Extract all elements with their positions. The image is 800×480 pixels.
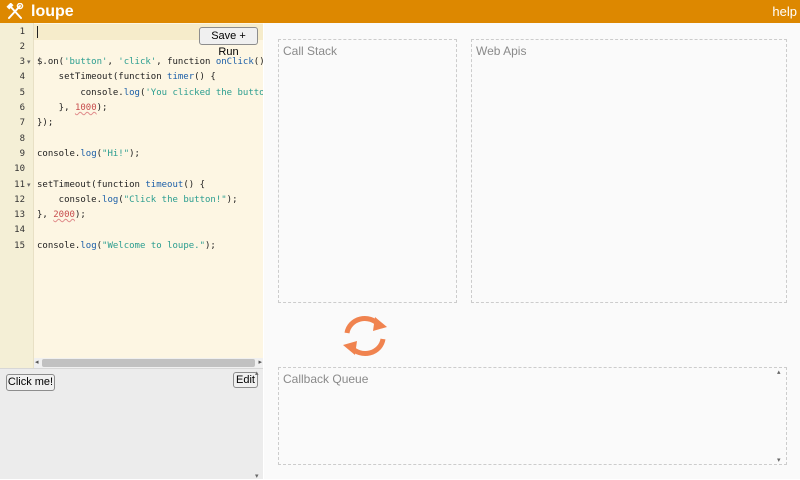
text-cursor	[37, 26, 38, 38]
help-link[interactable]: help	[772, 4, 797, 19]
scroll-down-icon[interactable]: ▾	[777, 456, 781, 464]
fold-arrow-icon[interactable]: ▾	[27, 178, 31, 193]
visualizer-pane: Call Stack Web Apis Callback Queue ▴ ▾	[264, 23, 800, 479]
code-token: () {	[183, 179, 205, 190]
line-number: 14	[14, 225, 25, 236]
line-number: 2	[19, 41, 25, 52]
code-line[interactable]: }, 1000);	[37, 101, 108, 116]
code-token: "Click the button!"	[123, 194, 227, 205]
code-token: ,	[107, 57, 119, 68]
code-token: log	[102, 194, 119, 205]
line-number: 4	[19, 72, 25, 83]
code-token: );	[96, 103, 108, 113]
code-token: },	[37, 210, 54, 221]
scroll-left-icon[interactable]: ◂	[35, 358, 39, 368]
code-line[interactable]: });	[37, 116, 53, 131]
fold-arrow-icon[interactable]: ▾	[27, 55, 31, 70]
code-token: log	[80, 240, 97, 251]
line-number: 11	[14, 179, 25, 190]
code-token: setTimeout(function	[37, 179, 146, 190]
callback-queue-panel: Callback Queue ▴ ▾	[278, 367, 787, 465]
line-number: 7	[19, 118, 25, 129]
code-token: 1000	[74, 103, 97, 113]
code-token: 2000	[53, 210, 75, 221]
editor-horizontal-scrollbar[interactable]: ◂ ▸	[34, 358, 263, 368]
code-token: );	[74, 210, 86, 221]
line-number: 13	[14, 210, 25, 221]
refresh-cycle-icon	[343, 315, 387, 357]
web-apis-panel: Web Apis	[471, 39, 787, 303]
code-line[interactable]: setTimeout(function timer() {	[37, 70, 216, 85]
scroll-right-icon[interactable]: ▸	[258, 358, 262, 368]
code-token: setTimeout(function	[37, 72, 168, 83]
code-token: console.	[37, 148, 81, 159]
code-line[interactable]: setTimeout(function timeout() {	[37, 178, 205, 193]
app-title: loupe	[31, 3, 74, 20]
call-stack-title: Call Stack	[283, 44, 338, 58]
code-token: 'You clicked the button!'	[145, 87, 263, 98]
scroll-up-icon[interactable]: ▴	[777, 368, 781, 376]
code-token: 'click'	[118, 57, 157, 68]
code-token: },	[37, 103, 75, 113]
preview-vertical-scrollbar[interactable]: ▴ ▾	[255, 369, 263, 480]
html-preview: Click me! Edit ▴ ▾	[0, 368, 263, 480]
line-number: 15	[14, 240, 25, 251]
code-line[interactable]: console.log("Hi!");	[37, 147, 140, 162]
code-token: );	[205, 240, 216, 251]
code-token: );	[226, 194, 238, 205]
code-line[interactable]: console.log("Click the button!");	[37, 193, 238, 208]
code-line[interactable]: }, 2000);	[37, 208, 86, 223]
code-token: () {	[194, 72, 216, 83]
code-token: console.	[37, 194, 103, 205]
scrollbar-thumb[interactable]	[42, 359, 255, 367]
click-me-button[interactable]: Click me!	[6, 374, 55, 391]
code-token: console.	[37, 240, 81, 251]
line-number: 10	[14, 164, 25, 175]
code-token: "Welcome to loupe."	[102, 240, 205, 251]
line-number: 6	[19, 103, 25, 113]
scroll-up-icon[interactable]: ▴	[255, 369, 259, 377]
code-token: );	[129, 148, 140, 159]
code-line[interactable]: console.log("Welcome to loupe.");	[37, 239, 216, 254]
web-apis-title: Web Apis	[476, 44, 527, 58]
callback-queue-title: Callback Queue	[283, 372, 369, 386]
code-token: timer	[167, 72, 195, 83]
line-number: 8	[19, 133, 25, 144]
code-line[interactable]: console.log('You clicked the button!');	[37, 86, 263, 101]
line-number: 12	[14, 194, 25, 205]
code-token: });	[37, 118, 54, 129]
code-token: console.	[37, 87, 124, 98]
queue-scrollbar[interactable]: ▴ ▾	[777, 368, 784, 464]
left-pane: 1 2 3 ▾ $.on('button', 'click', function onC…	[0, 23, 263, 480]
code-token: $.on(	[37, 57, 65, 68]
line-number: 5	[19, 87, 25, 98]
line-number: 9	[19, 148, 25, 159]
line-number: 1	[19, 26, 25, 37]
line-number: 3	[19, 57, 25, 68]
save-run-button[interactable]: Save + Run	[199, 27, 258, 58]
code-editor[interactable]: 1 2 3 ▾ $.on('button', 'click', function onC…	[0, 23, 263, 368]
hammer-wrench-icon	[6, 2, 24, 21]
code-token: 'button'	[64, 57, 108, 68]
code-token: timeout	[145, 179, 184, 190]
code-token: log	[80, 148, 97, 159]
top-bar: loupe help	[0, 0, 800, 23]
call-stack-panel: Call Stack	[278, 39, 457, 303]
code-token: log	[123, 87, 140, 98]
code-token: "Hi!"	[102, 148, 130, 159]
code-token: , function	[156, 57, 216, 68]
code-token: () {	[253, 57, 263, 68]
